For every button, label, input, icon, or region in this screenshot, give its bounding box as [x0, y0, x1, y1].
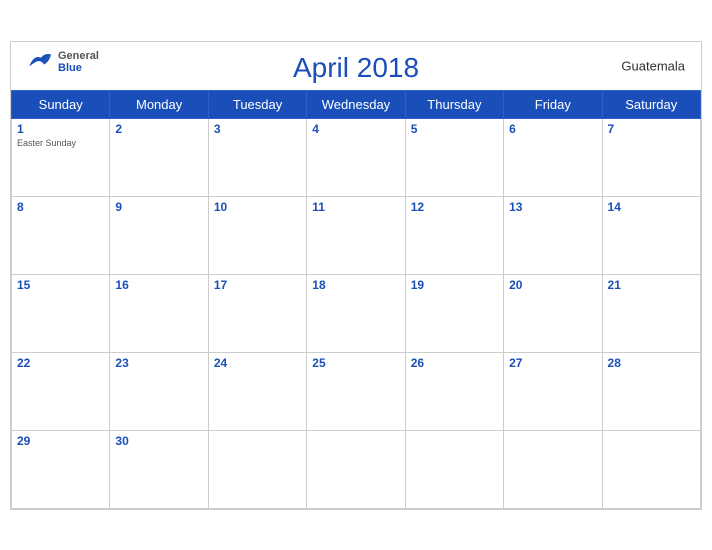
day-number: 17	[214, 278, 301, 292]
day-cell	[307, 430, 405, 508]
day-cell: 23	[110, 352, 208, 430]
header-monday: Monday	[110, 90, 208, 118]
day-number: 12	[411, 200, 498, 214]
day-cell	[504, 430, 602, 508]
day-event: Easter Sunday	[17, 138, 104, 148]
calendar-wrapper: General Blue April 2018 Guatemala Sunday…	[10, 41, 702, 510]
day-cell: 7	[602, 118, 700, 196]
day-cell	[602, 430, 700, 508]
day-number: 19	[411, 278, 498, 292]
day-number: 16	[115, 278, 202, 292]
day-cell: 11	[307, 196, 405, 274]
day-number: 6	[509, 122, 596, 136]
day-cell: 12	[405, 196, 503, 274]
country-label: Guatemala	[621, 58, 685, 73]
day-cell: 27	[504, 352, 602, 430]
day-number: 5	[411, 122, 498, 136]
day-number: 24	[214, 356, 301, 370]
header-wednesday: Wednesday	[307, 90, 405, 118]
day-cell: 22	[12, 352, 110, 430]
day-cell: 19	[405, 274, 503, 352]
day-cell: 13	[504, 196, 602, 274]
day-cell: 28	[602, 352, 700, 430]
day-number: 14	[608, 200, 695, 214]
day-number: 10	[214, 200, 301, 214]
logo-text-blue: Blue	[58, 62, 99, 74]
day-cell: 5	[405, 118, 503, 196]
logo-icon	[27, 51, 55, 73]
day-number: 1	[17, 122, 104, 136]
day-number: 9	[115, 200, 202, 214]
day-cell: 8	[12, 196, 110, 274]
day-number: 21	[608, 278, 695, 292]
day-number: 29	[17, 434, 104, 448]
weekday-header-row: Sunday Monday Tuesday Wednesday Thursday…	[12, 90, 701, 118]
day-number: 13	[509, 200, 596, 214]
calendar-header: General Blue April 2018 Guatemala	[11, 42, 701, 90]
day-cell	[405, 430, 503, 508]
header-saturday: Saturday	[602, 90, 700, 118]
logo-text-general: General	[58, 50, 99, 62]
day-cell	[208, 430, 306, 508]
day-number: 11	[312, 200, 399, 214]
day-number: 8	[17, 200, 104, 214]
week-row-4: 22 23 24 25 26 27 28	[12, 352, 701, 430]
day-number: 20	[509, 278, 596, 292]
week-row-1: 1 Easter Sunday 234567	[12, 118, 701, 196]
day-number: 27	[509, 356, 596, 370]
week-row-2: 89 10 11 12 13 14	[12, 196, 701, 274]
logo-area: General Blue	[27, 50, 99, 74]
header-thursday: Thursday	[405, 90, 503, 118]
day-cell: 24	[208, 352, 306, 430]
day-cell: 25	[307, 352, 405, 430]
header-sunday: Sunday	[12, 90, 110, 118]
day-cell: 4	[307, 118, 405, 196]
day-number: 18	[312, 278, 399, 292]
day-number: 30	[115, 434, 202, 448]
day-cell: 17	[208, 274, 306, 352]
day-cell: 9	[110, 196, 208, 274]
week-row-5: 29 30	[12, 430, 701, 508]
header-friday: Friday	[504, 90, 602, 118]
day-number: 23	[115, 356, 202, 370]
day-cell: 15	[12, 274, 110, 352]
day-cell: 26	[405, 352, 503, 430]
day-number: 15	[17, 278, 104, 292]
day-number: 7	[608, 122, 695, 136]
day-number: 26	[411, 356, 498, 370]
day-cell: 21	[602, 274, 700, 352]
day-cell: 14	[602, 196, 700, 274]
day-cell: 1 Easter Sunday	[12, 118, 110, 196]
day-number: 4	[312, 122, 399, 136]
day-cell: 20	[504, 274, 602, 352]
day-cell: 6	[504, 118, 602, 196]
day-cell: 3	[208, 118, 306, 196]
week-row-3: 15 16 17 18 19 20 21	[12, 274, 701, 352]
day-number: 22	[17, 356, 104, 370]
calendar-grid: Sunday Monday Tuesday Wednesday Thursday…	[11, 90, 701, 509]
header-tuesday: Tuesday	[208, 90, 306, 118]
day-cell: 10	[208, 196, 306, 274]
day-cell: 2	[110, 118, 208, 196]
day-number: 25	[312, 356, 399, 370]
day-cell: 16	[110, 274, 208, 352]
day-number: 2	[115, 122, 202, 136]
calendar-title: April 2018	[293, 52, 419, 84]
day-cell: 18	[307, 274, 405, 352]
day-number: 28	[608, 356, 695, 370]
day-cell: 30	[110, 430, 208, 508]
day-number: 3	[214, 122, 301, 136]
day-cell: 29	[12, 430, 110, 508]
